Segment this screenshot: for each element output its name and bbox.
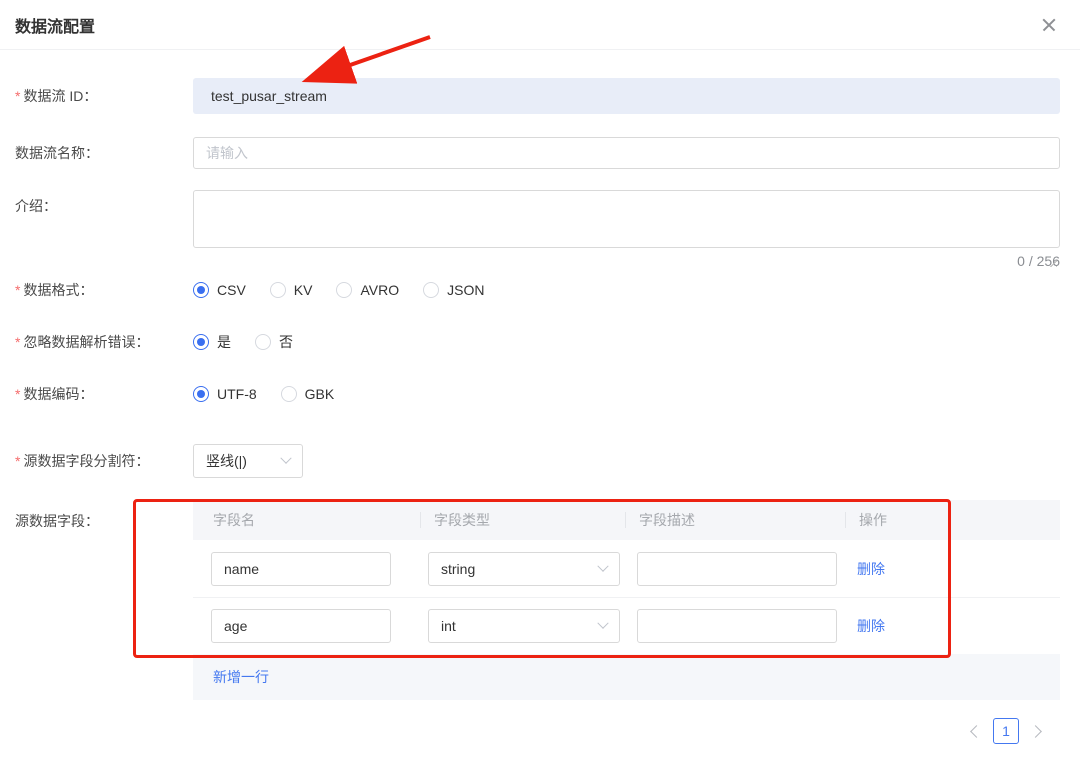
chevron-down-icon (597, 618, 608, 629)
char-counter: 0 / 256 (193, 252, 1060, 270)
delete-row-link[interactable]: 删除 (857, 618, 885, 634)
column-header-field-name: 字段名 (193, 511, 420, 529)
radio-json[interactable]: JSON (423, 282, 484, 298)
description-label: 介绍： (15, 190, 193, 216)
encoding-label: *数据编码： (15, 384, 193, 404)
data-format-label: *数据格式： (15, 280, 193, 300)
stream-name-label: 数据流名称： (15, 143, 193, 163)
stream-name-input[interactable] (193, 137, 1060, 169)
radio-icon (255, 334, 271, 350)
page-number[interactable]: 1 (993, 718, 1019, 744)
separator-select-value: 竖线(|) (206, 451, 247, 471)
form-row-field-separator: *源数据字段分割符： 竖线(|) (15, 444, 1060, 478)
data-format-radio-group: CSV KV AVRO JSON (193, 280, 1060, 300)
form-row-stream-id: *数据流 ID： (15, 78, 1060, 114)
field-type-select[interactable]: int (428, 609, 620, 643)
radio-icon (336, 282, 352, 298)
form-row-stream-name: 数据流名称： (15, 137, 1060, 169)
stream-id-input[interactable] (193, 78, 1060, 114)
delete-row-link[interactable]: 删除 (857, 561, 885, 577)
chevron-right-icon[interactable] (1029, 725, 1042, 738)
page-title: 数据流配置 (15, 13, 1040, 37)
field-desc-input[interactable] (637, 609, 837, 643)
field-desc-input[interactable] (637, 552, 837, 586)
radio-gbk[interactable]: GBK (281, 386, 335, 402)
dialog-header: 数据流配置 (0, 0, 1080, 50)
radio-yes[interactable]: 是 (193, 332, 231, 352)
radio-selected-icon (193, 334, 209, 350)
form: *数据流 ID： 数据流名称： 介绍： 0 / 256 *数据格 (0, 50, 1080, 744)
radio-kv[interactable]: KV (270, 282, 313, 298)
stream-id-label: *数据流 ID： (15, 86, 193, 106)
required-asterisk: * (15, 282, 20, 298)
data-stream-config-dialog: 数据流配置 *数据流 ID： 数据流名称： 介绍： (0, 0, 1080, 744)
required-asterisk: * (15, 88, 20, 104)
radio-selected-icon (193, 386, 209, 402)
add-row-link[interactable]: 新增一行 (213, 669, 269, 685)
chevron-left-icon[interactable] (970, 725, 983, 738)
field-name-input[interactable] (211, 552, 391, 586)
radio-avro[interactable]: AVRO (336, 282, 399, 298)
source-fields-label: 源数据字段： (15, 500, 193, 531)
radio-icon (270, 282, 286, 298)
required-asterisk: * (15, 334, 20, 350)
form-row-ignore-parse-error: *忽略数据解析错误： 是 否 (15, 332, 1060, 352)
form-row-encoding: *数据编码： UTF-8 GBK (15, 384, 1060, 404)
chevron-down-icon (280, 453, 291, 464)
column-header-field-desc: 字段描述 (625, 511, 845, 529)
required-asterisk: * (15, 386, 20, 402)
field-separator-label: *源数据字段分割符： (15, 451, 193, 471)
form-row-source-fields: 源数据字段： 字段名 字段类型 字段描述 操作 (15, 500, 1060, 744)
form-row-data-format: *数据格式： CSV KV AVRO JSON (15, 280, 1060, 300)
ignore-parse-error-radio-group: 是 否 (193, 332, 1060, 352)
table-footer-row: 新增一行 (193, 654, 1060, 700)
field-type-select[interactable]: string (428, 552, 620, 586)
required-asterisk: * (15, 453, 20, 469)
separator-select[interactable]: 竖线(|) (193, 444, 303, 478)
ignore-parse-error-label: *忽略数据解析错误： (15, 332, 193, 352)
form-row-description: 介绍： 0 / 256 (15, 190, 1060, 270)
pagination: 1 (193, 718, 1040, 744)
description-textarea[interactable] (193, 190, 1060, 248)
source-fields-table: 字段名 字段类型 字段描述 操作 string (193, 500, 1060, 700)
radio-icon (423, 282, 439, 298)
radio-no[interactable]: 否 (255, 332, 293, 352)
table-row: int 删除 (193, 597, 1060, 654)
encoding-radio-group: UTF-8 GBK (193, 384, 1060, 404)
radio-selected-icon (193, 282, 209, 298)
radio-icon (281, 386, 297, 402)
field-type-select-value: int (441, 618, 456, 634)
column-header-actions: 操作 (845, 511, 1060, 529)
column-header-field-type: 字段类型 (420, 511, 625, 529)
radio-utf8[interactable]: UTF-8 (193, 386, 257, 402)
chevron-down-icon (597, 560, 608, 571)
field-type-select-value: string (441, 561, 475, 577)
field-name-input[interactable] (211, 609, 391, 643)
table-row: string 删除 (193, 540, 1060, 597)
table-header-row: 字段名 字段类型 字段描述 操作 (193, 500, 1060, 540)
close-button[interactable] (1040, 16, 1058, 34)
radio-csv[interactable]: CSV (193, 282, 246, 298)
